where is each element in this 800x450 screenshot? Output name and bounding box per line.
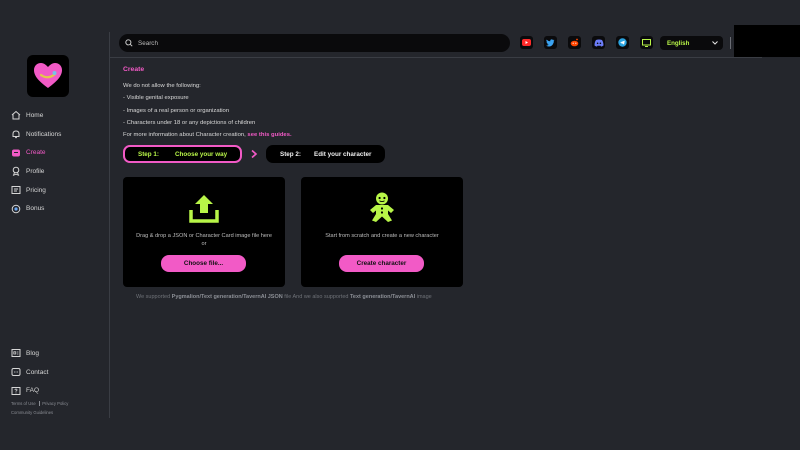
sidebar-item-profile[interactable]: Profile [10, 162, 61, 181]
upload-text: Drag & drop a JSON or Character Card ima… [136, 233, 272, 239]
logo[interactable] [27, 55, 69, 97]
sidebar-divider [109, 32, 110, 418]
account-area[interactable] [734, 25, 800, 57]
upload-icon [189, 195, 219, 223]
reddit-button[interactable] [568, 36, 581, 49]
sidebar-item-label: Blog [26, 349, 40, 357]
scratch-description: Start from scratch and create a new char… [325, 233, 439, 239]
discord-icon [593, 39, 604, 47]
note-json-format: Pygmalion/Text generation/TavernAI JSON [171, 294, 283, 300]
youtube-button[interactable] [520, 36, 533, 49]
scratch-card[interactable]: Start from scratch and create a new char… [301, 177, 463, 287]
more-info-text: For more information about Character cre… [123, 132, 248, 139]
header-divider [730, 37, 731, 49]
page-title: Create [123, 66, 145, 73]
screen-button[interactable] [640, 36, 653, 49]
screen-icon [642, 38, 651, 47]
sidebar-item-label: Notifications [26, 130, 62, 138]
discord-button[interactable] [592, 36, 605, 49]
telegram-icon [618, 38, 627, 47]
faq-icon [10, 385, 21, 396]
sidebar-bottom-nav: Blog Contact FAQ [10, 344, 48, 400]
sidebar-item-faq[interactable]: FAQ [10, 381, 48, 400]
upload-card[interactable]: Drag & drop a JSON or Character Card ima… [123, 177, 285, 287]
create-icon [10, 147, 21, 158]
telegram-button[interactable] [616, 36, 629, 49]
sidebar-item-label: Bonus [26, 205, 45, 213]
sidebar-item-label: Pricing [26, 186, 46, 194]
heart-logo-icon [34, 63, 62, 88]
step-1-button[interactable]: Step 1: Choose your way [123, 145, 242, 163]
step-label: Edit your character [314, 150, 372, 158]
language-select[interactable]: English [660, 36, 723, 50]
note-prefix: We supported [136, 294, 172, 300]
profile-icon [10, 166, 21, 177]
reddit-icon [570, 38, 579, 47]
sidebar: Home Notifications Create Profile Pricin… [0, 0, 109, 450]
supported-formats-note: We supported Pygmalion/Text generation/T… [136, 294, 432, 300]
contact-icon [10, 367, 21, 378]
sidebar-item-label: FAQ [26, 387, 40, 395]
step-2-button[interactable]: Step 2: Edit your character [266, 145, 385, 163]
sidebar-item-notifications[interactable]: Notifications [10, 125, 61, 144]
sidebar-item-create[interactable]: Create [10, 143, 61, 162]
sidebar-item-label: Create [26, 149, 46, 157]
sidebar-item-label: Home [26, 111, 44, 119]
search-input[interactable] [138, 39, 488, 47]
chevron-right-icon [251, 149, 258, 159]
search-icon [125, 34, 133, 52]
privacy-link[interactable]: Privacy Policy [42, 401, 68, 406]
footer-links: Terms of Use Privacy Policy Community Gui… [11, 399, 68, 417]
blog-icon [10, 348, 21, 359]
choose-file-button[interactable]: Choose file... [161, 255, 246, 272]
step-number: Step 2: [280, 150, 301, 158]
guidelines-link[interactable]: Community Guidelines [11, 410, 53, 415]
sidebar-item-blog[interactable]: Blog [10, 344, 48, 363]
search-bar[interactable] [119, 34, 510, 52]
sidebar-item-pricing[interactable]: Pricing [10, 181, 61, 200]
rule-item: - Images of a real person or organizatio… [123, 107, 230, 114]
footer-divider [38, 401, 40, 407]
step-number: Step 1: [138, 150, 159, 158]
note-image-format: Text generation/TavernAI [349, 294, 416, 300]
guides-link[interactable]: see this guides. [247, 132, 291, 138]
language-value: English [667, 39, 690, 47]
note-suffix: image [415, 294, 432, 300]
sidebar-item-home[interactable]: Home [10, 106, 61, 125]
sidebar-item-label: Contact [26, 368, 49, 376]
upload-description: Drag & drop a JSON or Character Card ima… [123, 233, 285, 248]
sidebar-item-bonus[interactable]: Bonus [10, 199, 61, 218]
youtube-icon [522, 39, 531, 46]
sidebar-item-contact[interactable]: Contact [10, 363, 48, 382]
rule-item: - Characters under 18 or any depictions … [123, 119, 256, 126]
sidebar-nav: Home Notifications Create Profile Pricin… [10, 106, 61, 218]
rules-intro: We do not allow the following: [123, 83, 201, 89]
home-icon [10, 110, 21, 121]
upload-or: or [201, 240, 207, 247]
header-underline [110, 57, 762, 58]
sidebar-item-label: Profile [26, 167, 45, 175]
gingerbread-icon [370, 192, 394, 222]
step-label: Choose your way [175, 150, 228, 158]
rules-block: We do not allow the following: - Visible… [123, 80, 292, 141]
bell-icon [10, 129, 21, 140]
chevron-down-icon [712, 41, 718, 45]
note-middle: file And we also supported [282, 294, 350, 300]
rule-item: - Visible genital exposure [123, 95, 189, 102]
more-info: For more information about Character cre… [123, 129, 292, 141]
pricing-icon [10, 185, 21, 196]
bonus-icon [10, 203, 21, 214]
create-character-button[interactable]: Create character [339, 255, 424, 272]
twitter-button[interactable] [544, 36, 557, 49]
terms-link[interactable]: Terms of Use [11, 401, 36, 406]
twitter-icon [546, 38, 555, 47]
